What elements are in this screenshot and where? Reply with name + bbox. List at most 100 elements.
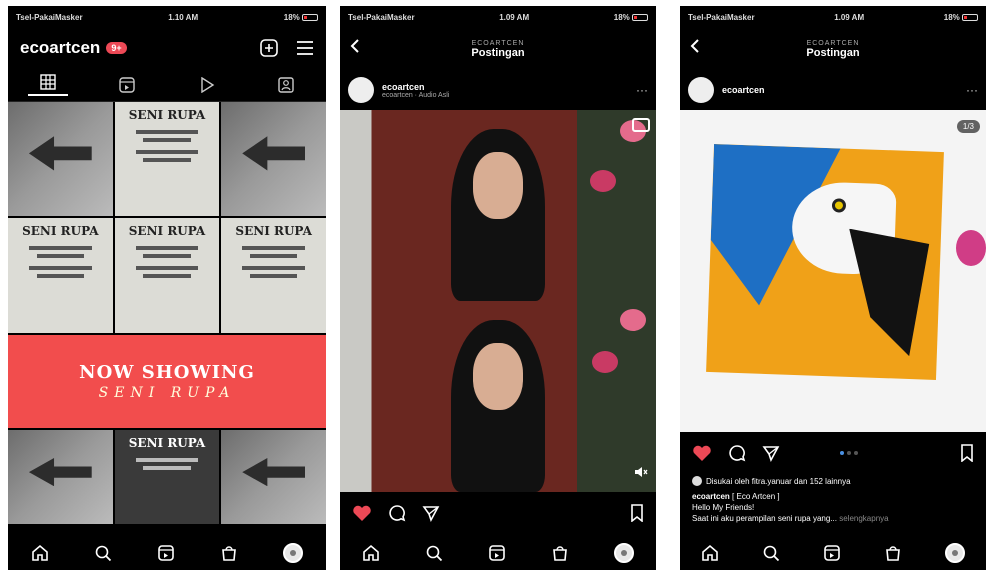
photo-count-badge: 1/3	[956, 120, 980, 133]
reels-icon	[119, 76, 135, 93]
share-icon[interactable]	[422, 504, 440, 522]
profile-username[interactable]: ecoartcen	[20, 38, 100, 58]
profile-header: ecoartcen 9+	[8, 28, 326, 68]
bottom-nav	[8, 536, 326, 570]
caption-line: Saat ini aku perampilan seni rupa yang..…	[692, 514, 837, 523]
post-username[interactable]: ecoartcen	[382, 82, 449, 92]
post-header: ecoartcen ecoartcen · Audio Asli ···	[340, 70, 656, 110]
home-icon[interactable]	[362, 544, 380, 562]
grid-post[interactable]: SENI RUPA	[8, 218, 113, 333]
bookmark-icon[interactable]	[630, 504, 644, 522]
poster-title: SENI RUPA	[22, 224, 99, 239]
battery-indicator: 18%	[944, 13, 978, 22]
reels-icon[interactable]	[823, 544, 841, 562]
post-username[interactable]: ecoartcen	[722, 85, 765, 95]
post-screen-video: Tsel-PakaiMasker 1.09 AM 18% ECOARTCEN P…	[340, 6, 656, 570]
shop-icon[interactable]	[884, 544, 902, 562]
tab-grid[interactable]	[27, 73, 68, 96]
battery-indicator: 18%	[284, 13, 318, 22]
header-account: ECOARTCEN	[806, 39, 860, 47]
post-audio-label[interactable]: ecoartcen · Audio Asli	[382, 92, 449, 99]
share-icon[interactable]	[762, 444, 780, 462]
search-icon[interactable]	[425, 544, 443, 562]
post-avatar[interactable]	[348, 77, 374, 103]
page-title: Postingan	[806, 46, 860, 59]
notification-badge[interactable]: 9+	[106, 42, 127, 54]
comment-icon[interactable]	[388, 504, 406, 522]
profile-avatar[interactable]	[944, 543, 965, 563]
status-bar: Tsel-PakaiMasker 1.09 AM 18%	[340, 6, 656, 28]
post-grid: SENI RUPA SENI RUPA SENI RUPA SENI RUPA …	[8, 102, 326, 524]
home-icon[interactable]	[31, 544, 49, 562]
bookmark-icon[interactable]	[960, 444, 974, 462]
profile-avatar[interactable]	[283, 543, 304, 563]
clock: 1.10 AM	[168, 12, 199, 22]
grid-post[interactable]	[8, 102, 113, 217]
carrier-label: Tsel-PakaiMasker	[348, 12, 415, 22]
shop-icon[interactable]	[551, 544, 569, 562]
status-bar: Tsel-PakaiMasker 1.10 AM 18%	[8, 6, 326, 28]
menu-icon[interactable]	[296, 40, 314, 56]
new-post-icon[interactable]	[260, 39, 278, 57]
reels-icon[interactable]	[488, 544, 506, 562]
grid-post[interactable]	[221, 429, 326, 524]
tagged-icon	[278, 76, 294, 93]
post-avatar[interactable]	[688, 77, 714, 103]
video-frame-top	[340, 110, 656, 301]
banner-title: NOW SHOWING	[79, 361, 255, 383]
more-options-icon[interactable]: ···	[636, 83, 648, 97]
play-icon	[199, 76, 215, 93]
status-bar: Tsel-PakaiMasker 1.09 AM 18%	[680, 6, 986, 28]
banner-subtitle: SENI RUPA	[98, 384, 236, 401]
battery-indicator: 18%	[614, 13, 648, 22]
grid-post[interactable]: SENI RUPA	[114, 218, 220, 333]
parrot-painting	[706, 144, 944, 380]
like-heart-icon[interactable]	[352, 504, 372, 522]
shop-icon[interactable]	[220, 544, 238, 562]
post-actions	[340, 492, 656, 534]
poster-title: SENI RUPA	[128, 435, 206, 450]
liker-avatar	[692, 476, 702, 486]
profile-avatar[interactable]	[613, 543, 634, 563]
more-options-icon[interactable]: ···	[966, 83, 978, 97]
grid-icon	[40, 73, 56, 90]
bottom-nav	[680, 536, 986, 570]
bottom-nav	[340, 536, 656, 570]
clock: 1.09 AM	[834, 12, 865, 22]
mute-icon[interactable]	[634, 466, 648, 478]
tab-reels[interactable]	[107, 76, 147, 93]
grid-post[interactable]	[221, 102, 326, 217]
banner-post[interactable]: NOW SHOWING SENI RUPA	[8, 334, 326, 428]
poster-title: SENI RUPA	[128, 108, 206, 122]
header-account: ECOARTCEN	[471, 39, 525, 47]
like-heart-icon[interactable]	[692, 444, 712, 462]
liked-by-text: Disukai oleh fitra.yanuar dan 152 lainny…	[706, 476, 851, 486]
carousel-dots	[840, 451, 858, 455]
liked-by[interactable]: Disukai oleh fitra.yanuar dan 152 lainny…	[680, 474, 986, 488]
grid-post[interactable]: SENI RUPA	[114, 102, 220, 217]
back-arrow-icon[interactable]	[688, 38, 702, 54]
home-icon[interactable]	[701, 544, 719, 562]
profile-tabs	[8, 68, 326, 102]
back-arrow-icon[interactable]	[348, 38, 362, 54]
caption-line: Hello My Friends!	[692, 503, 755, 512]
grid-post[interactable]: SENI RUPA	[114, 429, 220, 524]
post-screen-header: ECOARTCEN Postingan	[680, 28, 986, 70]
tab-videos[interactable]	[187, 76, 227, 93]
more-link[interactable]: selengkapnya	[839, 514, 888, 523]
search-icon[interactable]	[762, 544, 780, 562]
post-image[interactable]: 1/3	[680, 110, 986, 432]
grid-post[interactable]	[8, 429, 113, 524]
video-frame-bottom	[340, 301, 656, 492]
clock: 1.09 AM	[499, 12, 530, 22]
reels-icon[interactable]	[157, 544, 175, 562]
search-icon[interactable]	[94, 544, 112, 562]
grid-post[interactable]: SENI RUPA	[221, 218, 326, 333]
profile-screen: Tsel-PakaiMasker 1.10 AM 18% ecoartcen 9…	[8, 6, 326, 570]
poster-title: SENI RUPA	[128, 224, 206, 239]
comment-icon[interactable]	[728, 444, 746, 462]
tab-tagged[interactable]	[266, 76, 306, 93]
post-video[interactable]	[340, 110, 656, 492]
caption-username[interactable]: ecoartcen	[692, 492, 730, 501]
reel-icon	[632, 118, 650, 132]
